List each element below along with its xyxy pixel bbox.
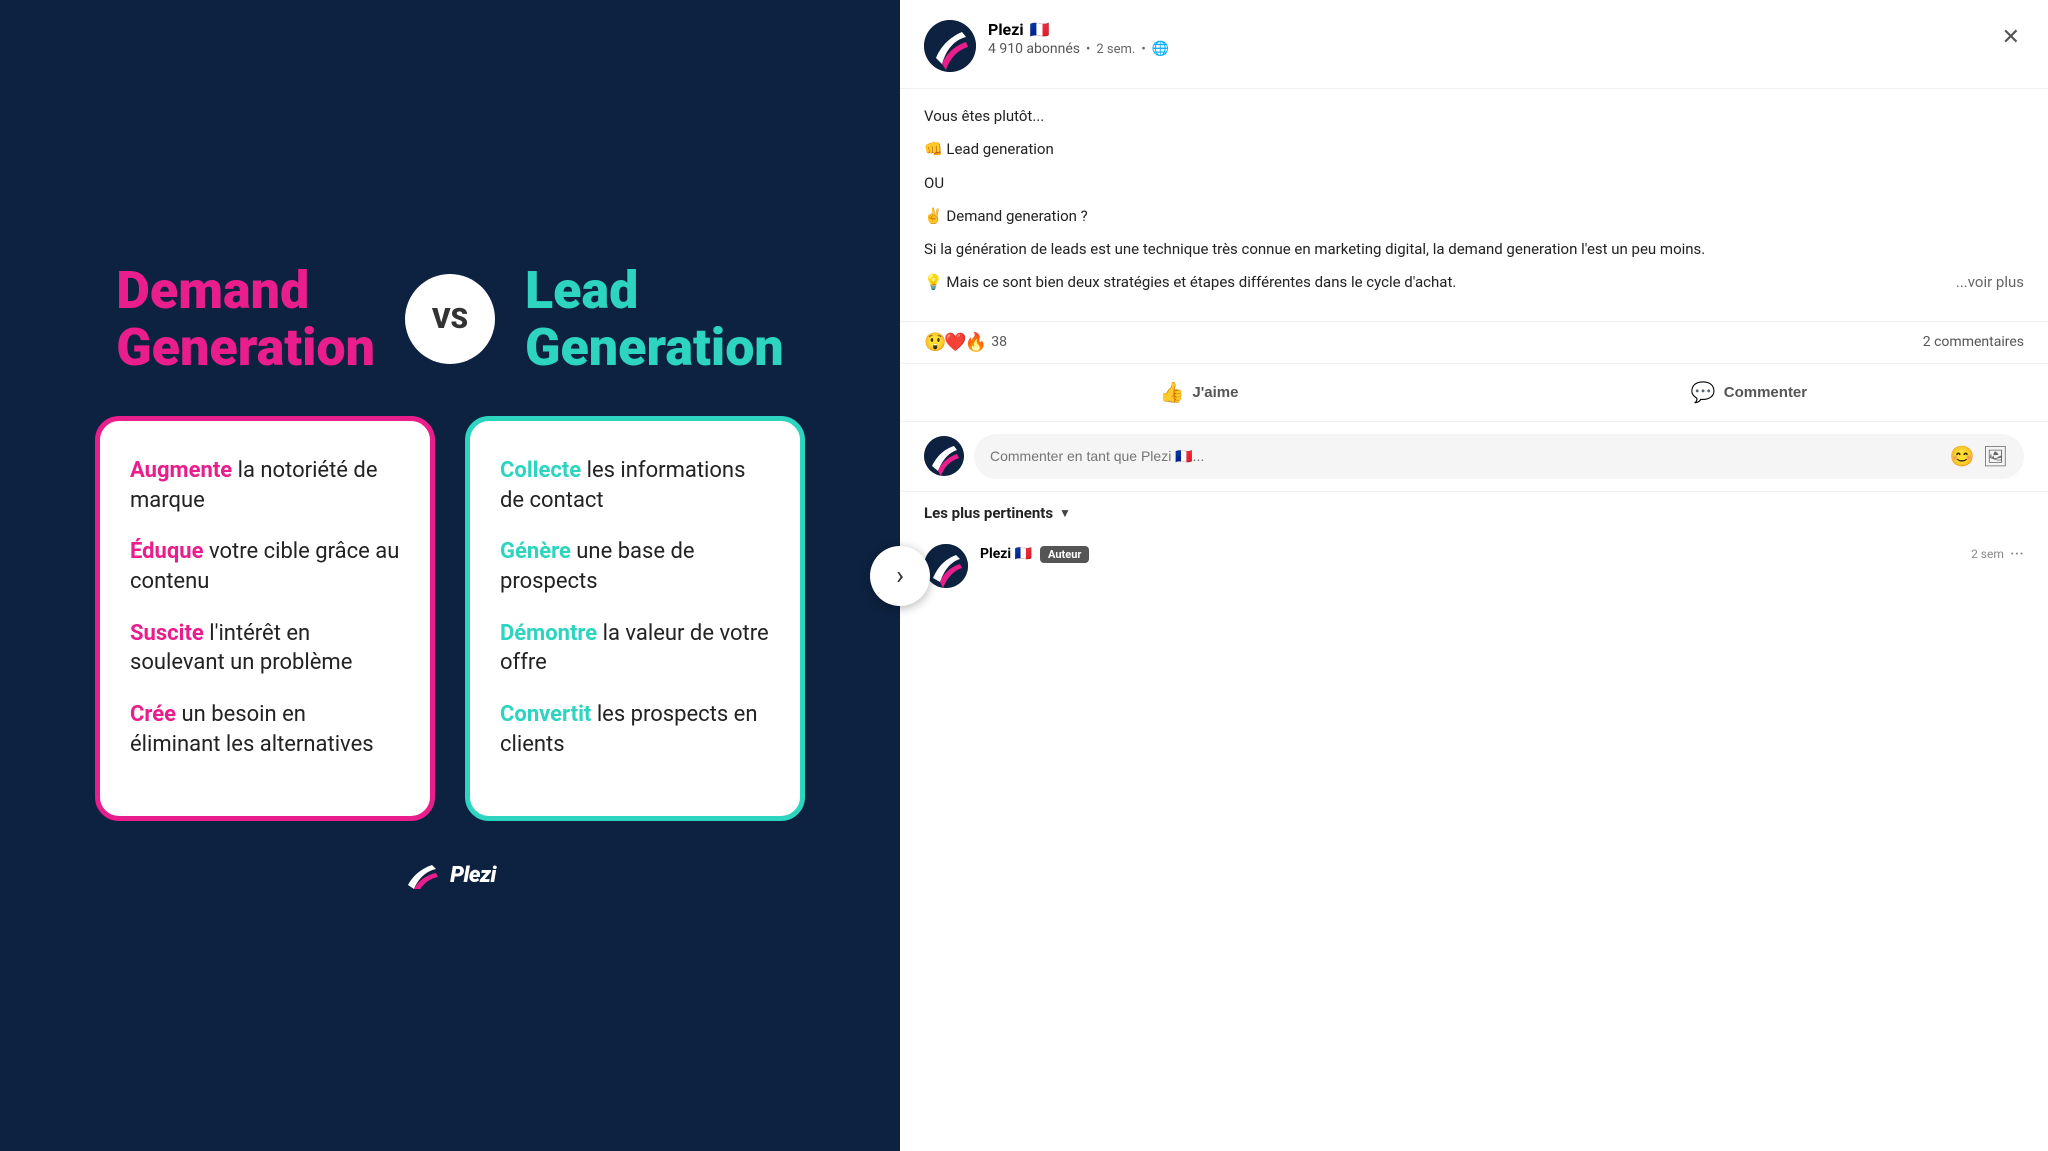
comments-section: Plezi 🇫🇷 Auteur 2 sem ···	[900, 534, 2048, 612]
like-button[interactable]: 👍 J'aime	[924, 370, 1474, 415]
post-detail-panel: Plezi 🇫🇷 4 910 abonnés • 2 sem. • 🌐 ✕ Vo…	[900, 0, 2048, 1151]
post-header: Plezi 🇫🇷 4 910 abonnés • 2 sem. • 🌐 ✕	[900, 0, 2048, 89]
comment-input-wrapper: 😊 🖼	[974, 434, 2024, 479]
reaction-emoji-1: 😲	[924, 332, 946, 353]
comment-input[interactable]	[990, 448, 1942, 464]
demand-generation-title: Demand Generation	[116, 262, 375, 376]
post-header-info: Plezi 🇫🇷 4 910 abonnés • 2 sem. • 🌐	[988, 20, 1986, 57]
comment-avatar-logo	[924, 544, 968, 588]
lead-generation-title: Lead Generation	[525, 262, 784, 376]
reactions-left: 😲 ❤️ 🔥 38	[924, 332, 1007, 353]
reactions-count: 38	[991, 334, 1007, 350]
comment-action-icon: 💬	[1691, 380, 1716, 405]
plezi-wing-icon	[404, 861, 440, 889]
comment-button[interactable]: 💬 Commenter	[1474, 370, 2024, 415]
sort-label: Les plus pertinents	[924, 504, 1053, 522]
lead-item-4: Convertit les prospects en clients	[500, 700, 770, 759]
commenter-avatar-logo	[924, 436, 964, 476]
next-slide-button[interactable]: ›	[870, 546, 930, 606]
reaction-emojis: 😲 ❤️ 🔥	[924, 332, 985, 353]
demand-item-4: Crée un besoin en éliminant les alternat…	[130, 700, 400, 759]
plezi-logo-bottom: Plezi	[404, 861, 496, 889]
globe-icon: 🌐	[1152, 41, 1169, 57]
lead-item-3: Démontre la valeur de votre offre	[500, 619, 770, 678]
lead-card: Collecte les informations de contact Gén…	[465, 416, 805, 822]
lead-item-2: Génère une base de prospects	[500, 537, 770, 596]
like-icon: 👍	[1159, 380, 1184, 405]
social-image-panel: Demand Generation VS Lead Generation Aug…	[0, 0, 900, 1151]
demand-item-3: Suscite l'intérêt en soulevant un problè…	[130, 619, 400, 678]
post-meta: 4 910 abonnés • 2 sem. • 🌐	[988, 41, 1986, 57]
plezi-text-logo: Plezi	[450, 863, 496, 888]
close-button[interactable]: ✕	[1998, 20, 2024, 54]
commenter-avatar	[924, 436, 964, 476]
see-more-link[interactable]: ...voir plus	[1956, 271, 2024, 294]
vs-badge: VS	[405, 274, 495, 364]
comparison-cards: Augmente la notoriété de marque Éduque v…	[40, 416, 860, 822]
post-content: Vous êtes plutôt... 👊 Lead generation OU…	[900, 89, 2048, 321]
demand-item-1: Augmente la notoriété de marque	[130, 456, 400, 515]
titles-section: Demand Generation VS Lead Generation	[40, 262, 860, 376]
comment-author-name: Plezi 🇫🇷	[980, 546, 1032, 562]
comment-time: 2 sem ···	[1971, 544, 2024, 565]
post-text: Vous êtes plutôt... 👊 Lead generation OU…	[924, 105, 2024, 295]
comment-item: Plezi 🇫🇷 Auteur 2 sem ···	[924, 544, 2024, 588]
comment-author-row: Plezi 🇫🇷 Auteur 2 sem ···	[980, 544, 2024, 565]
image-upload-button[interactable]: 🖼	[1983, 444, 2008, 469]
demand-card: Augmente la notoriété de marque Éduque v…	[95, 416, 435, 822]
avatar-plezi-logo	[924, 20, 976, 72]
comments-count[interactable]: 2 commentaires	[1923, 334, 2024, 350]
comment-input-area: 😊 🖼	[900, 422, 2048, 492]
demand-item-2: Éduque votre cible grâce au contenu	[130, 537, 400, 596]
reaction-emoji-2: ❤️	[944, 332, 966, 353]
author-name: Plezi 🇫🇷	[988, 20, 1986, 39]
author-avatar	[924, 20, 976, 72]
comment-body: Plezi 🇫🇷 Auteur 2 sem ···	[980, 544, 2024, 588]
lead-item-1: Collecte les informations de contact	[500, 456, 770, 515]
reaction-emoji-3: 🔥	[965, 332, 987, 353]
emoji-button[interactable]: 😊	[1950, 444, 1975, 469]
sort-arrow-icon: ▼	[1059, 506, 1071, 520]
author-badge: Auteur	[1040, 546, 1089, 563]
reactions-bar: 😲 ❤️ 🔥 38 2 commentaires	[900, 321, 2048, 364]
comment-options-button[interactable]: ···	[2010, 544, 2024, 565]
action-buttons: 👍 J'aime 💬 Commenter	[900, 364, 2048, 422]
comment-author-avatar	[924, 544, 968, 588]
sort-bar[interactable]: Les plus pertinents ▼	[900, 492, 2048, 534]
